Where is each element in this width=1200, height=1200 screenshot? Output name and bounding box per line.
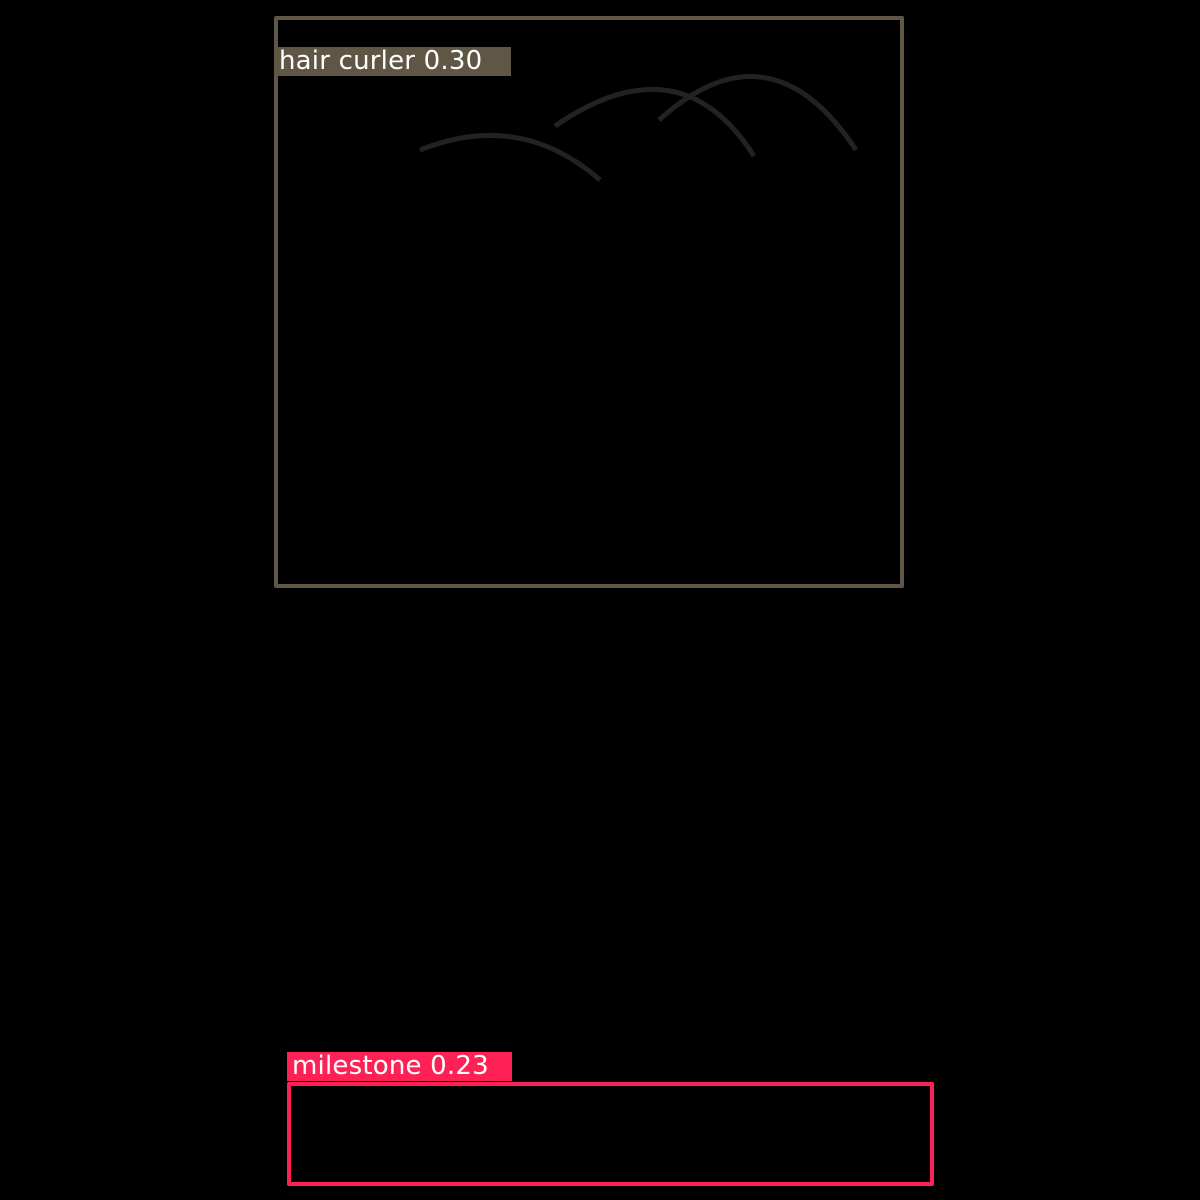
detection-box-milestone[interactable]: [287, 1082, 934, 1186]
detection-label-text: hair curler: [279, 46, 416, 76]
detection-label-hair-curler: hair curler 0.30: [274, 47, 511, 76]
detection-score: 0.30: [423, 46, 483, 76]
detection-box-hair-curler[interactable]: [274, 16, 904, 588]
detection-score: 0.23: [430, 1051, 489, 1081]
image-canvas: hair curler 0.30 milestone 0.23: [0, 0, 1200, 1200]
detection-label-milestone: milestone 0.23: [287, 1052, 512, 1081]
detection-label-text: milestone: [292, 1051, 422, 1081]
